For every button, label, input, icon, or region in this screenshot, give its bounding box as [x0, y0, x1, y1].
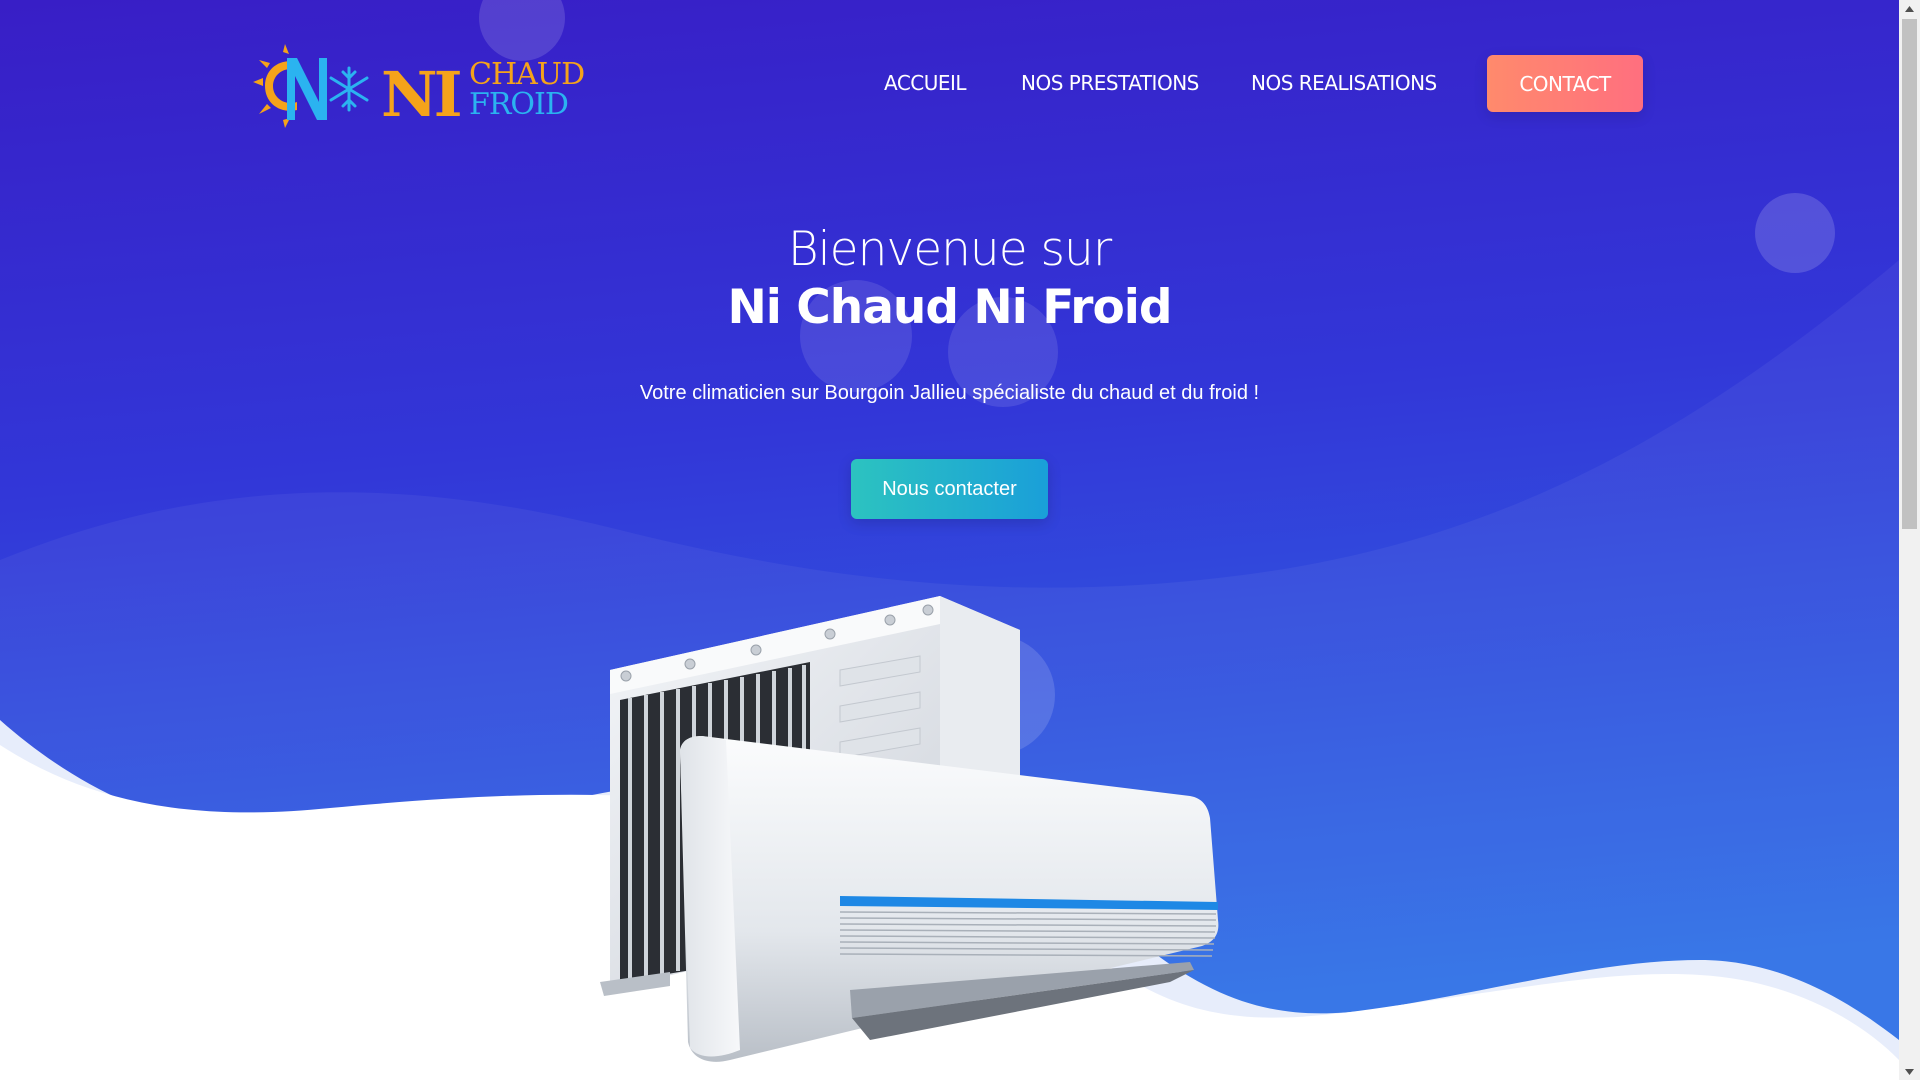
triangle-down-icon[interactable] — [1899, 1063, 1920, 1080]
viewport: NI CHAUD FROID ACCUEIL NOS PRESTATIONS N… — [0, 0, 1899, 1080]
nav-nos-realisations[interactable]: NOS REALISATIONS — [1251, 71, 1437, 95]
logo-ni-text: NI — [381, 58, 461, 128]
hero-subtitle: Votre climaticien sur Bourgoin Jallieu s… — [639, 382, 1260, 404]
snowflake-icon — [329, 66, 369, 112]
logo[interactable]: NI CHAUD FROID — [253, 44, 596, 128]
nav-accueil[interactable]: ACCUEIL — [884, 71, 967, 95]
logo-froid-text: FROID — [469, 87, 568, 122]
hero-title-line1: Bienvenue sur — [787, 222, 1112, 277]
air-conditioner-image — [600, 596, 1219, 1062]
scrollbar-thumb[interactable] — [1902, 19, 1917, 529]
triangle-up-icon[interactable] — [1899, 0, 1920, 17]
hero-title-line2: Ni Chaud Ni Froid — [727, 280, 1172, 335]
contact-button[interactable]: CONTACT — [1487, 55, 1643, 112]
page: NI CHAUD FROID ACCUEIL NOS PRESTATIONS N… — [0, 0, 1920, 1080]
nav-nos-prestations[interactable]: NOS PRESTATIONS — [1021, 71, 1199, 95]
scrollbar[interactable] — [1899, 0, 1920, 1080]
nous-contacter-button[interactable]: Nous contacter — [851, 459, 1048, 519]
